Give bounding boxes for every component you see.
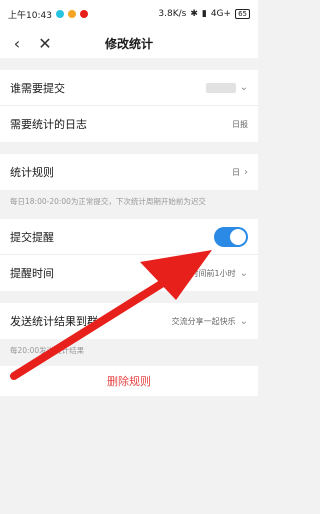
- send-row[interactable]: 发送统计结果到群 交流分享一起快乐 ⌄: [0, 303, 258, 339]
- network-type: 4G+: [210, 9, 232, 19]
- send-label: 发送统计结果到群: [10, 315, 98, 328]
- app-notification-icon: [67, 10, 76, 18]
- send-group: 发送统计结果到群 交流分享一起快乐 ⌄: [0, 303, 258, 339]
- battery-icon: 65: [235, 9, 250, 19]
- back-icon[interactable]: ‹: [6, 32, 28, 54]
- network-speed: 3.8K/s: [158, 9, 187, 19]
- clock: 上午10:43: [8, 10, 52, 21]
- reminder-group: 提交提醒 提醒时间 时间前1小时 ⌄: [0, 219, 258, 291]
- rule-note: 每日18:00-20:00为正常提交，下次统计周期开始前为迟交: [0, 190, 258, 215]
- submitter-label: 谁需要提交: [10, 81, 65, 95]
- remind-row: 提交提醒: [0, 219, 258, 255]
- chevron-right-icon: ›: [244, 166, 248, 178]
- chevron-down-icon: ⌄: [239, 315, 248, 327]
- chevron-down-icon: ⌄: [239, 267, 248, 279]
- submitter-row[interactable]: 谁需要提交 ⌄: [0, 70, 258, 106]
- submitter-value-redacted: [205, 82, 236, 93]
- delete-rule-label: 删除规则: [107, 375, 151, 388]
- delete-rule-button[interactable]: 删除规则: [0, 366, 258, 396]
- chevron-down-icon: ⌄: [239, 82, 248, 93]
- rule-value: 日: [232, 167, 240, 177]
- nav-bar: ‹ ✕ 修改统计: [0, 28, 258, 58]
- signal-icon: ▮: [201, 9, 207, 19]
- send-value: 交流分享一起快乐: [171, 316, 236, 326]
- rule-row[interactable]: 统计规则 日 ›: [0, 154, 258, 190]
- app-notification-icon: [55, 10, 64, 18]
- log-value: 日报: [232, 119, 248, 129]
- send-note: 每20:00发送统计结果: [0, 339, 258, 364]
- remind-toggle[interactable]: [214, 226, 248, 247]
- rule-group: 统计规则 日 ›: [0, 154, 258, 190]
- remind-time-row[interactable]: 提醒时间 时间前1小时 ⌄: [0, 255, 258, 291]
- toggle-knob: [230, 228, 246, 245]
- log-row[interactable]: 需要统计的日志 日报: [0, 106, 258, 142]
- status-bar: 上午10:43 3.8K/s ✱ ▮ 4G+ 65: [0, 0, 258, 28]
- remind-label: 提交提醒: [10, 230, 54, 244]
- rule-label: 统计规则: [10, 166, 54, 179]
- log-label: 需要统计的日志: [10, 118, 87, 131]
- remind-time-label: 提醒时间: [10, 267, 54, 280]
- close-icon[interactable]: ✕: [34, 32, 56, 54]
- basic-settings-group: 谁需要提交 ⌄ 需要统计的日志 日报: [0, 70, 258, 142]
- bluetooth-icon: ✱: [190, 9, 198, 19]
- remind-time-value: 时间前1小时: [190, 268, 236, 278]
- app-notification-icon: [79, 10, 88, 18]
